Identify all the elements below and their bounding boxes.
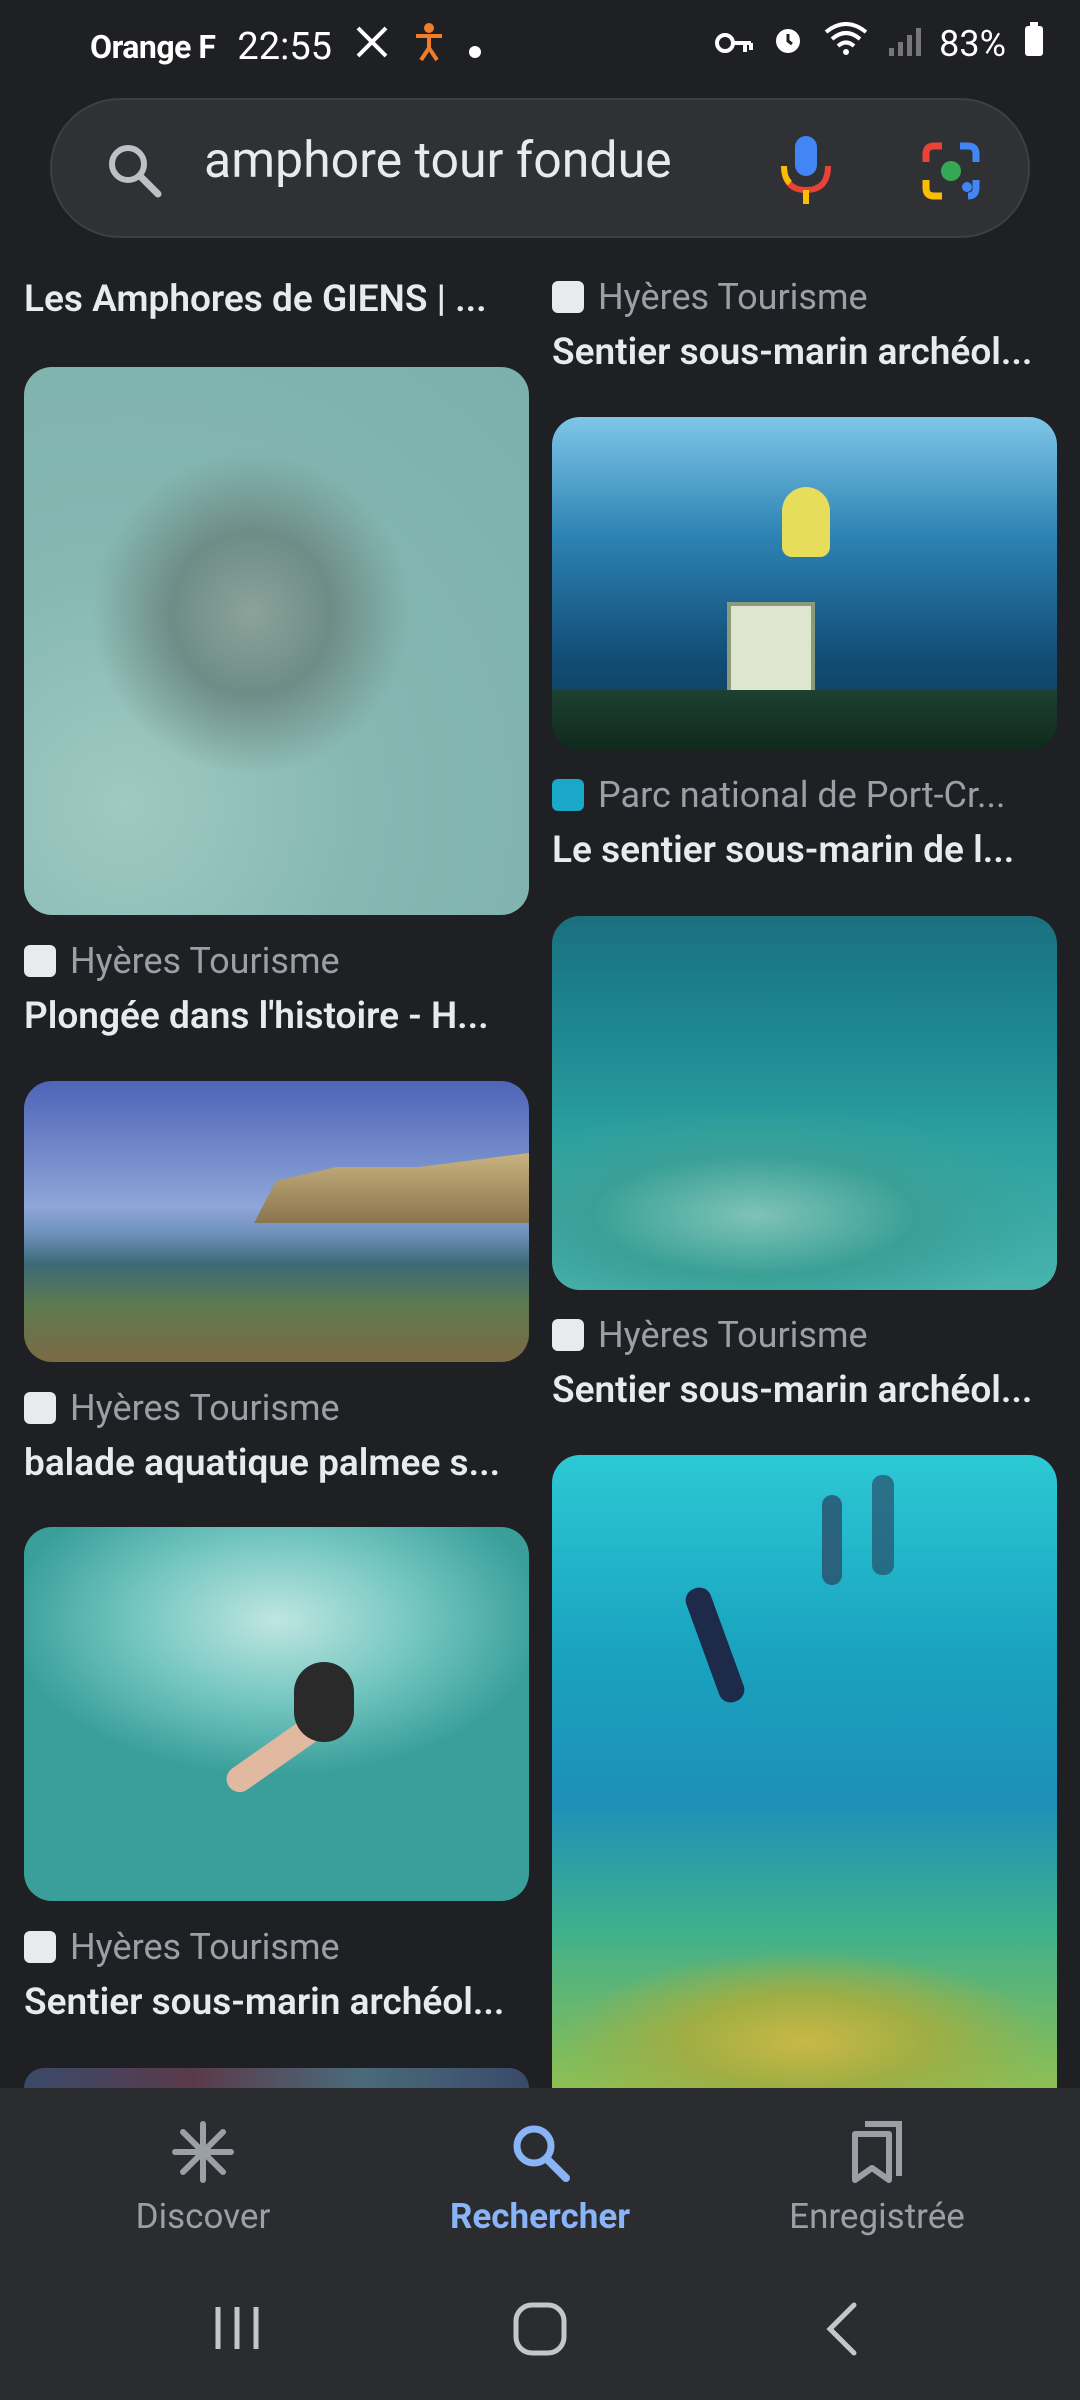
diver-shape xyxy=(872,1475,894,1575)
search-icon xyxy=(104,140,164,204)
result-source: Hyères Tourisme xyxy=(24,1387,340,1429)
alarm-icon xyxy=(771,22,805,66)
seabed-shape xyxy=(552,1858,1057,2088)
back-icon[interactable] xyxy=(822,2301,862,2361)
nav-discover[interactable]: Discover xyxy=(53,2088,353,2263)
result-title[interactable]: Le sentier sous-marin de l... xyxy=(552,829,1057,872)
result-image-snorkelers-buoy[interactable] xyxy=(552,417,1057,750)
signal-icon xyxy=(887,22,922,66)
result-source-label: Hyères Tourisme xyxy=(70,940,340,982)
status-bar: Orange F 22:55 83% xyxy=(0,0,1080,92)
seabed-shape xyxy=(552,690,1057,750)
result-source: Hyères Tourisme xyxy=(552,276,868,318)
result-image-snorkeler-selfie[interactable] xyxy=(24,1527,529,1901)
wifi-icon xyxy=(823,22,869,66)
nav-search[interactable]: Rechercher xyxy=(390,2088,690,2263)
result-title[interactable]: Sentier sous-marin archéol... xyxy=(552,1369,1057,1412)
site-favicon-icon xyxy=(552,779,584,811)
result-source-label: Hyères Tourisme xyxy=(598,1314,868,1356)
site-favicon-icon xyxy=(552,1319,584,1351)
result-image-divers-amphorae[interactable] xyxy=(552,1455,1057,2088)
diver-shape xyxy=(822,1495,842,1585)
buoy-shape xyxy=(782,487,830,557)
fort-shape xyxy=(254,1153,529,1223)
google-lens-icon[interactable] xyxy=(920,140,982,206)
recent-apps-icon[interactable] xyxy=(212,2303,262,2357)
result-source-label: Parc national de Port-Cr... xyxy=(598,774,1006,816)
result-source: Parc national de Port-Cr... xyxy=(552,774,1006,816)
site-favicon-icon xyxy=(24,1931,56,1963)
result-image-partial[interactable] xyxy=(24,2068,529,2088)
result-source-label: Hyères Tourisme xyxy=(70,1387,340,1429)
search-input[interactable]: amphore tour fondue xyxy=(204,132,672,190)
result-title[interactable]: balade aquatique palmee s... xyxy=(24,1442,529,1485)
result-image-amphorae[interactable] xyxy=(24,367,529,915)
accessibility-icon xyxy=(412,22,446,72)
result-source: Hyères Tourisme xyxy=(24,1926,340,1968)
result-source: Hyères Tourisme xyxy=(552,1314,868,1356)
home-icon[interactable] xyxy=(512,2301,568,2361)
result-image-swimmer-reef[interactable] xyxy=(552,916,1057,1290)
mic-icon[interactable] xyxy=(776,132,836,212)
battery-icon xyxy=(1024,22,1044,66)
result-title[interactable]: Sentier sous-marin archéol... xyxy=(552,331,1057,374)
bookmarks-icon xyxy=(845,2120,909,2184)
battery-percent: 83% xyxy=(939,23,1006,65)
site-favicon-icon xyxy=(552,281,584,313)
system-navigation xyxy=(0,2263,1080,2400)
site-favicon-icon xyxy=(24,945,56,977)
nav-label: Enregistrée xyxy=(789,2196,965,2237)
bottom-navigation: Discover Rechercher Enregistrée xyxy=(0,2088,1080,2263)
nav-label: Discover xyxy=(135,2196,271,2237)
nav-label: Rechercher xyxy=(449,2196,631,2237)
result-source: Hyères Tourisme xyxy=(24,940,340,982)
result-title[interactable]: Les Amphores de GIENS | ... xyxy=(24,278,529,321)
asterisk-icon xyxy=(171,2120,235,2184)
mask-shape xyxy=(294,1662,354,1742)
key-icon xyxy=(715,22,754,66)
notification-dot-icon xyxy=(468,25,482,69)
result-image-castle-shore[interactable] xyxy=(24,1081,529,1362)
result-source-label: Hyères Tourisme xyxy=(70,1926,340,1968)
site-favicon-icon xyxy=(24,1392,56,1424)
x-app-icon xyxy=(354,24,390,70)
clock: 22:55 xyxy=(237,25,333,69)
result-title[interactable]: Plongée dans l'histoire - H... xyxy=(24,995,529,1038)
carrier-label: Orange F xyxy=(90,28,216,66)
diver-shape xyxy=(682,1584,748,1706)
search-bar[interactable]: amphore tour fondue xyxy=(50,98,1030,238)
search-icon xyxy=(508,2120,572,2184)
nav-saved[interactable]: Enregistrée xyxy=(727,2088,1027,2263)
result-source-label: Hyères Tourisme xyxy=(598,276,868,318)
result-title[interactable]: Sentier sous-marin archéol... xyxy=(24,1981,529,2024)
